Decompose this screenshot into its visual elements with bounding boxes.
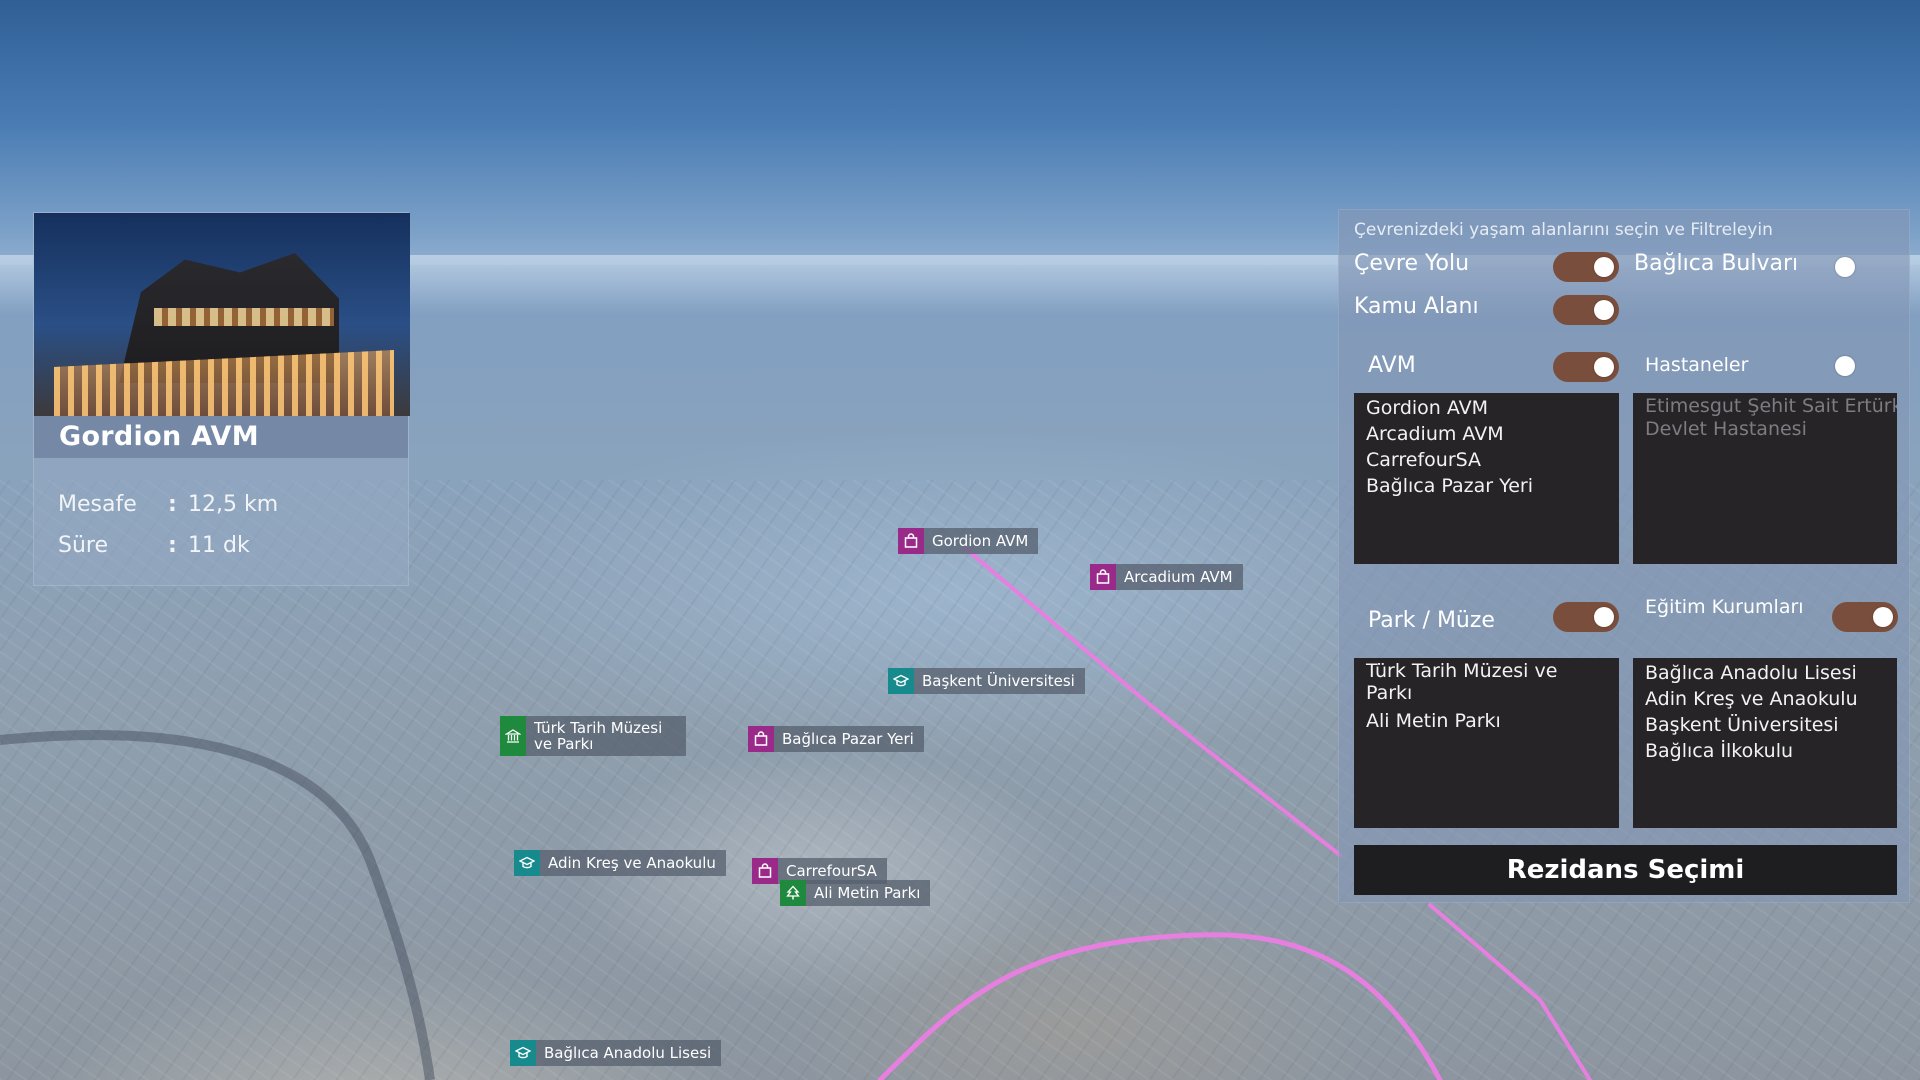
hastaneler-list: Etimesgut Şehit Sait Ertürk Devlet Hasta… [1633, 393, 1897, 564]
marker-label: Gordion AVM [932, 532, 1029, 550]
distance-row: Mesafe : 12,5 km [58, 484, 408, 525]
marker-label: CarrefourSA [786, 862, 877, 880]
egitim-list: Bağlıca Anadolu Lisesi Adin Kreş ve Anao… [1633, 658, 1897, 828]
marker-label: Bağlıca Pazar Yeri [782, 730, 914, 748]
baglica-bulvari-toggle[interactable] [1830, 252, 1896, 282]
map-marker-ali-metin-parki[interactable]: Ali Metin Parkı [780, 880, 931, 906]
map-marker-baglica-anadolu-lisesi[interactable]: Bağlıca Anadolu Lisesi [510, 1040, 722, 1066]
list-item[interactable]: Ali Metin Parkı [1366, 708, 1619, 734]
cevre-yolu-label: Çevre Yolu [1354, 251, 1470, 276]
list-item[interactable]: Arcadium AVM [1366, 421, 1619, 447]
avm-label: AVM [1368, 353, 1416, 378]
baglica-bulvari-label: Bağlıca Bulvarı [1634, 251, 1799, 276]
photo-facade-lights [154, 308, 334, 326]
toggle-knob [1873, 607, 1893, 627]
graduation-cap-icon [888, 668, 914, 694]
marker-label: Başkent Üniversitesi [922, 672, 1075, 690]
route-line-loop [877, 932, 1443, 1080]
shopping-bag-icon [748, 726, 774, 752]
toggle-knob [1594, 300, 1614, 320]
graduation-cap-icon [514, 850, 540, 876]
distance-label: Mesafe [58, 492, 137, 517]
toggle-knob [1835, 257, 1855, 277]
marker-label: Ali Metin Parkı [814, 884, 921, 902]
location-info-card: Gordion AVM Mesafe : 12,5 km Süre : 11 d… [33, 212, 410, 586]
filter-panel: Çevrenizdeki yaşam alanlarını seçin ve F… [1338, 209, 1910, 903]
marker-label: Bağlıca Anadolu Lisesi [544, 1044, 712, 1062]
map-marker-baglica-pazar-yeri[interactable]: Bağlıca Pazar Yeri [748, 726, 924, 752]
location-details: Mesafe : 12,5 km Süre : 11 dk [34, 458, 408, 566]
shopping-bag-icon [752, 858, 778, 884]
route-line-ring-road [963, 546, 1342, 857]
shopping-bag-icon [898, 528, 924, 554]
avm-list: Gordion AVM Arcadium AVM CarrefourSA Bağ… [1354, 393, 1619, 564]
shopping-bag-icon [1090, 564, 1116, 590]
hastaneler-toggle[interactable] [1830, 351, 1896, 381]
park-muze-list: Türk Tarih Müzesi ve Parkı Ali Metin Par… [1354, 658, 1619, 828]
toggle-knob [1835, 356, 1855, 376]
duration-row: Süre : 11 dk [58, 525, 408, 566]
duration-label: Süre [58, 533, 109, 558]
list-item[interactable]: Türk Tarih Müzesi ve Parkı [1366, 660, 1566, 704]
list-item[interactable]: Başkent Üniversitesi [1645, 712, 1897, 738]
list-item[interactable]: Gordion AVM [1366, 395, 1619, 421]
duration-separator: : [168, 533, 177, 558]
location-title: Gordion AVM [34, 416, 408, 458]
egitim-label: Eğitim Kurumları [1645, 596, 1804, 618]
hastaneler-label: Hastaneler [1645, 354, 1749, 376]
panel-title: Çevrenizdeki yaşam alanlarını seçin ve F… [1354, 220, 1773, 240]
toggle-knob [1594, 607, 1614, 627]
graduation-cap-icon [510, 1040, 536, 1066]
map-marker-arcadium-avm[interactable]: Arcadium AVM [1090, 564, 1243, 590]
egitim-toggle[interactable] [1832, 602, 1898, 632]
distance-separator: : [168, 492, 177, 517]
list-item[interactable]: Etimesgut Şehit Sait Ertürk [1645, 395, 1897, 418]
kamu-alani-toggle[interactable] [1553, 295, 1619, 325]
list-item[interactable]: Bağlıca İlkokulu [1645, 738, 1897, 764]
list-item[interactable]: Bağlıca Pazar Yeri [1366, 473, 1619, 499]
distance-value: 12,5 km [188, 492, 279, 517]
marker-label: Arcadium AVM [1124, 568, 1233, 586]
location-photo [34, 213, 410, 416]
rezidans-secimi-button[interactable]: Rezidans Seçimi [1354, 845, 1897, 895]
tree-icon [780, 880, 806, 906]
map-marker-turk-tarih-muzesi[interactable]: Türk Tarih Müzesi ve Parkı [500, 716, 686, 756]
list-item[interactable]: Bağlıca Anadolu Lisesi [1645, 660, 1897, 686]
kamu-alani-label: Kamu Alanı [1354, 294, 1479, 319]
marker-label: Adin Kreş ve Anaokulu [548, 854, 716, 872]
route-line-east [1428, 903, 1592, 1080]
toggle-knob [1594, 257, 1614, 277]
map-marker-adin-kres[interactable]: Adin Kreş ve Anaokulu [514, 850, 726, 876]
park-muze-toggle[interactable] [1553, 602, 1619, 632]
map-marker-gordion-avm[interactable]: Gordion AVM [898, 528, 1039, 554]
avm-toggle[interactable] [1553, 352, 1619, 382]
list-item[interactable]: Adin Kreş ve Anaokulu [1645, 686, 1897, 712]
park-muze-label: Park / Müze [1368, 608, 1495, 633]
list-item[interactable]: CarrefourSA [1366, 447, 1619, 473]
river-curve [0, 730, 435, 1080]
list-item[interactable]: Devlet Hastanesi [1645, 418, 1897, 441]
cevre-yolu-toggle[interactable] [1553, 252, 1619, 282]
marker-label: Türk Tarih Müzesi ve Parkı [534, 719, 663, 753]
duration-value: 11 dk [188, 533, 250, 558]
map-marker-baskent-universitesi[interactable]: Başkent Üniversitesi [888, 668, 1085, 694]
museum-icon [500, 716, 526, 756]
toggle-knob [1594, 357, 1614, 377]
